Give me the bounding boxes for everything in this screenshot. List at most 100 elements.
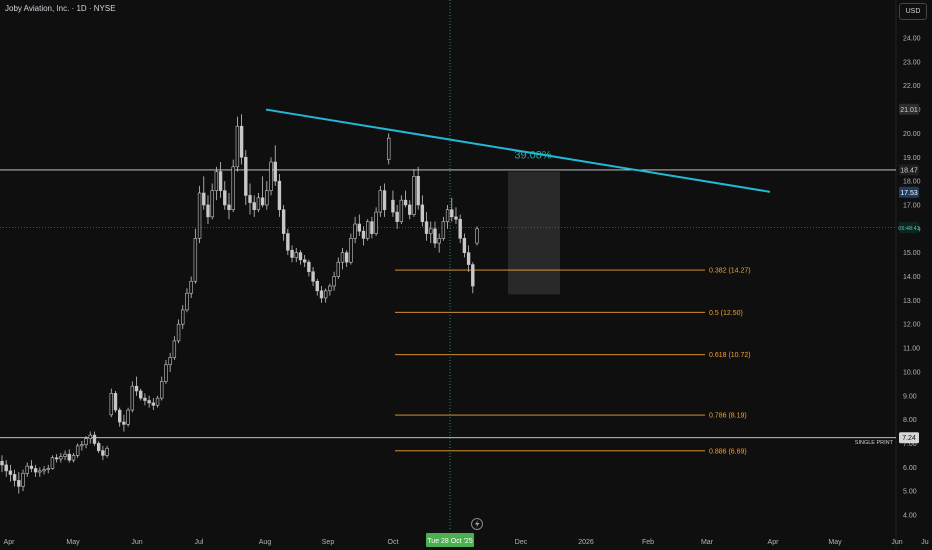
candle-body	[105, 447, 109, 456]
candle-body	[113, 393, 118, 411]
candle-body	[84, 438, 88, 445]
candle-body	[185, 292, 189, 311]
candle-body	[265, 190, 269, 206]
candle-body	[193, 238, 198, 282]
candle-body	[168, 357, 172, 366]
candle-body	[38, 470, 42, 473]
candle-body	[302, 259, 307, 263]
x-tick-label: Apr	[768, 539, 780, 546]
candle-body	[412, 176, 416, 215]
candle-body	[130, 385, 135, 411]
candle-body	[475, 228, 479, 244]
price-badge: 17.53	[899, 186, 919, 198]
x-tick-label: May	[66, 539, 80, 546]
candle-body	[42, 469, 46, 472]
fib-label: 0.886 (6.69)	[709, 448, 747, 455]
y-tick-label: 17.00	[903, 202, 921, 209]
candle-body	[458, 218, 462, 239]
candle-body	[382, 190, 387, 211]
candle-body	[189, 280, 193, 294]
candle-body	[25, 465, 29, 474]
candle-body	[96, 443, 101, 451]
price-badge-label: 05:48:41	[898, 226, 919, 232]
candle	[412, 169, 416, 217]
candle-body	[50, 457, 55, 469]
x-tick-label: Jul	[195, 539, 204, 546]
candle-body	[332, 276, 336, 287]
x-tick-label: Apr	[4, 539, 16, 546]
price-chart[interactable]: 39.08% SINGLE PRINT 0.382 (14.27)0.5 (12…	[0, 0, 932, 550]
candle-body	[231, 166, 235, 211]
fib-label: 0.5 (12.50)	[709, 310, 743, 317]
candle-body	[139, 390, 143, 399]
candle-body	[344, 252, 349, 263]
candle-body	[366, 221, 370, 239]
x-tick-label: Dec	[515, 539, 528, 546]
candle-body	[378, 190, 383, 213]
candle	[231, 159, 235, 213]
x-tick-label: May	[828, 539, 842, 546]
candle-body	[227, 204, 231, 211]
x-tick-label: Oct	[388, 539, 399, 546]
price-badge-label: 21.01	[900, 107, 918, 114]
currency-button[interactable]: USD	[899, 3, 927, 20]
y-tick-label: 4.00	[903, 513, 917, 520]
candle-body	[109, 393, 113, 416]
measure-range	[508, 171, 560, 295]
candle-body	[239, 125, 244, 158]
candle-body	[340, 252, 345, 263]
y-tick-label: 5.00	[903, 489, 917, 496]
y-tick-label: 15.00	[903, 250, 921, 257]
candle-body	[445, 209, 450, 222]
candle-body	[143, 397, 147, 401]
x-tick-label: Jun	[131, 539, 142, 546]
fib-label: 0.786 (8.19)	[709, 413, 747, 420]
candle-body	[323, 290, 328, 299]
candle	[349, 233, 353, 265]
y-tick-label: 12.00	[903, 322, 921, 329]
candle-body	[147, 400, 151, 404]
candle	[50, 455, 55, 470]
price-badge: 05:48:41	[898, 222, 920, 234]
candle-body	[122, 421, 126, 425]
candle-body	[244, 156, 248, 196]
price-badge: 18.47	[899, 164, 919, 176]
candle-body	[54, 457, 59, 460]
candle-body	[33, 468, 38, 473]
candle-body	[202, 192, 206, 206]
candle-body	[437, 238, 441, 244]
crosshair-date-label: Tue 28 Oct '25	[427, 538, 473, 545]
y-tick-label: 13.00	[903, 298, 921, 305]
candle-body	[424, 221, 429, 234]
candle-body	[8, 470, 13, 475]
x-tick-label: 2026	[578, 539, 594, 546]
x-tick-label: Aug	[259, 539, 272, 546]
candle	[130, 381, 135, 413]
y-tick-label: 11.00	[903, 346, 920, 353]
candle-body	[155, 397, 160, 406]
candle-body	[471, 264, 475, 287]
x-tick-label: Ju	[921, 539, 929, 546]
candle-body	[374, 211, 378, 234]
candle-body	[63, 453, 67, 457]
candle	[366, 219, 370, 241]
candle	[475, 226, 479, 246]
candle-body	[126, 409, 130, 425]
candle-body	[349, 238, 353, 263]
candle-body	[315, 280, 319, 292]
candle-body	[176, 323, 181, 342]
y-tick-label: 18.00	[903, 179, 921, 186]
candle-body	[298, 252, 303, 261]
candle-body	[197, 192, 202, 239]
candle-body	[252, 202, 256, 211]
candle-body	[311, 271, 315, 282]
candle-body	[88, 434, 92, 439]
candle-body	[80, 444, 84, 447]
y-tick-label: 14.00	[903, 274, 921, 281]
fib-label: 0.618 (10.72)	[709, 352, 751, 359]
x-tick-label: Feb	[642, 539, 654, 546]
y-tick-label: 22.00	[903, 83, 921, 90]
candle-body	[210, 190, 214, 218]
candle-body	[395, 211, 399, 222]
candle-body	[134, 385, 139, 392]
